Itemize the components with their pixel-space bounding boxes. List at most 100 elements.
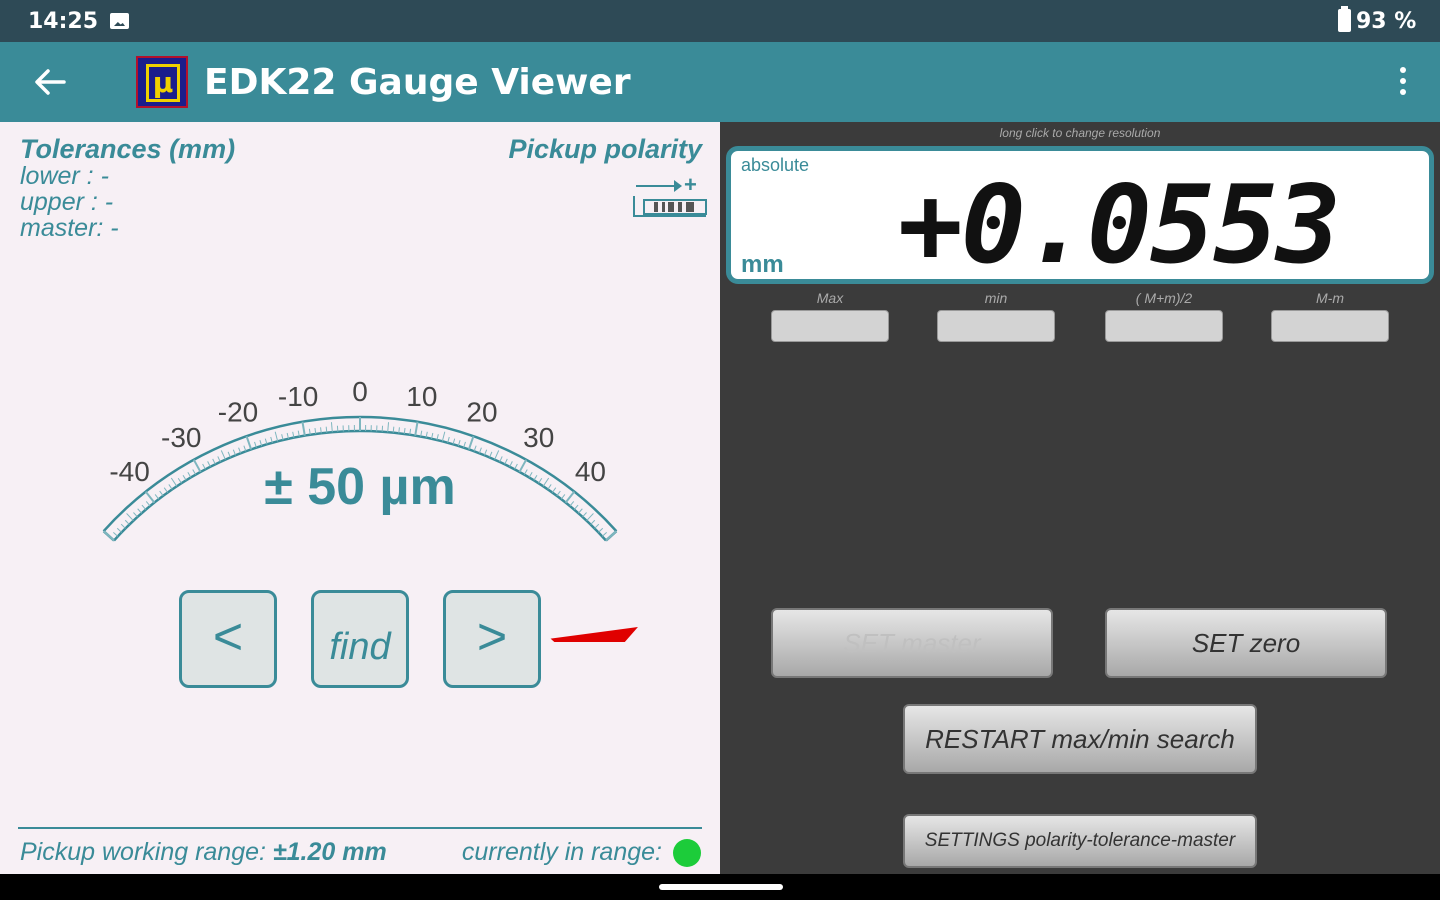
gauge-minor-tick: [533, 474, 538, 481]
arrow-left-icon[interactable]: [30, 64, 70, 100]
gauge-tick-label: -10: [278, 381, 318, 412]
gauge-minor-tick: [577, 508, 583, 514]
status-bar: 14:25 93 %: [0, 0, 1440, 42]
gauge-minor-tick: [441, 431, 446, 442]
gauge-minor-tick: [325, 426, 328, 433]
long-click-hint: long click to change resolution: [999, 126, 1161, 140]
gauge-minor-tick: [137, 508, 143, 514]
stat-label-spread: M-m: [1316, 290, 1344, 306]
readout-panel: long click to change resolution absolute…: [720, 122, 1440, 874]
gauge-minor-tick: [528, 472, 533, 478]
gauge-minor-tick: [141, 504, 147, 510]
stat-label-max: Max: [816, 290, 844, 306]
gauge-minor-tick: [523, 469, 528, 475]
gauge-major-tick: [564, 491, 576, 504]
gauge-minor-tick: [145, 501, 151, 507]
set-zero-button[interactable]: SET zero: [1105, 608, 1387, 678]
system-nav-bar: [0, 874, 1440, 900]
set-master-button[interactable]: SET master: [771, 608, 1053, 678]
gauge-tick-label: 20: [466, 397, 497, 428]
next-range-button[interactable]: >: [443, 590, 541, 688]
gauge-minor-tick: [398, 427, 400, 434]
gauge-minor-tick: [133, 512, 138, 518]
gauge-minor-tick: [551, 487, 557, 493]
stat-label-mean: ( M+m)/2: [1135, 290, 1193, 306]
gauge-tick-label: -20: [218, 397, 258, 428]
gauge-minor-tick: [573, 504, 579, 510]
gauge-minor-tick: [542, 477, 550, 487]
image-notification-icon: [110, 13, 129, 29]
pickup-working-range: Pickup working range: ±1.20 mm: [20, 838, 387, 867]
gauge-minor-tick: [601, 531, 607, 537]
gauge-minor-tick: [560, 494, 566, 500]
analog-gauge: -40 -30 -20 -10 0 10 20 30 40: [102, 376, 638, 642]
display-mode: absolute: [741, 155, 810, 175]
status-time: 14:25: [28, 9, 99, 34]
digital-display[interactable]: absolute mm +0.0553: [726, 146, 1434, 288]
stat-value-min: [937, 310, 1055, 342]
gauge-minor-tick: [499, 456, 503, 463]
gauge-minor-tick: [202, 463, 206, 470]
restart-maxmin-button[interactable]: RESTART max/min search: [903, 704, 1257, 774]
gauge-major-tick: [192, 459, 202, 473]
gauge-minor-tick: [120, 523, 126, 529]
display-unit: mm: [741, 251, 784, 278]
gauge-major-tick: [245, 435, 253, 450]
gauge-minor-tick: [330, 422, 333, 433]
gauge-minor-tick: [569, 501, 575, 507]
settings-button[interactable]: SETTINGS polarity-tolerance-master: [903, 814, 1257, 868]
gauge-major-tick: [414, 421, 419, 436]
gauge-minor-tick: [590, 519, 596, 525]
gauge-minor-tick: [113, 531, 119, 537]
gauge-tick-label: 10: [406, 381, 437, 412]
gauge-minor-tick: [126, 513, 134, 522]
stat-value-mean: [1105, 310, 1223, 342]
gauge-tick-label: 40: [575, 456, 606, 487]
gauge-minor-tick: [163, 487, 169, 493]
more-vert-icon[interactable]: [1393, 64, 1413, 100]
previous-range-button[interactable]: <: [179, 590, 277, 688]
in-range-indicator: [673, 839, 701, 867]
gauge-minor-tick: [320, 427, 322, 434]
gauge-minor-tick: [392, 426, 395, 433]
gauge-minor-tick: [187, 472, 192, 478]
working-range-value: ±1.20 mm: [272, 838, 387, 866]
battery-icon: [1338, 6, 1351, 32]
gauge-major-tick: [518, 459, 528, 473]
gauge-minor-tick: [586, 513, 594, 522]
gauge-minor-tick: [168, 484, 173, 490]
gauge-minor-tick: [594, 523, 600, 529]
gauge-minor-tick: [598, 527, 604, 533]
display-value: +0.0553: [897, 163, 1341, 288]
gauge-major-tick: [605, 530, 618, 542]
gauge-minor-tick: [192, 469, 197, 475]
logo-mu-glyph: µ: [146, 64, 180, 102]
gauge-minor-tick: [177, 477, 182, 484]
gauge-minor-tick: [387, 422, 390, 433]
stat-value-max: [771, 310, 889, 342]
gauge-major-tick: [467, 435, 475, 450]
app-bar: µ EDK22 Gauge Viewer: [0, 42, 1440, 122]
gauge-tick-label: -30: [161, 422, 201, 453]
gauge-minor-tick: [556, 490, 561, 497]
gauge-minor-tick: [124, 519, 130, 525]
gauge-minor-tick: [116, 527, 122, 533]
gauge-minor-tick: [504, 458, 508, 465]
gauge-minor-tick: [509, 461, 513, 467]
gauge-panel: Tolerances (mm) lower : - upper : - mast…: [0, 122, 720, 874]
gauge-minor-tick: [159, 490, 164, 497]
in-range-label: currently in range:: [461, 838, 662, 866]
gauge-minor-tick: [582, 512, 587, 518]
stat-label-min: min: [984, 290, 1008, 306]
app-logo: µ: [136, 56, 188, 108]
gauge-major-tick: [144, 491, 156, 504]
gauge-tick-label: 0: [352, 376, 368, 407]
stat-value-spread: [1271, 310, 1389, 342]
find-range-button[interactable]: find: [311, 590, 409, 688]
gauge-minor-tick: [274, 431, 279, 442]
gauge-range-label: ± 50 µm: [264, 458, 456, 516]
gauge-minor-tick: [514, 463, 518, 470]
gauge-minor-tick: [182, 474, 187, 481]
home-gesture-bar[interactable]: [659, 884, 783, 890]
gauge-minor-tick: [170, 477, 178, 487]
